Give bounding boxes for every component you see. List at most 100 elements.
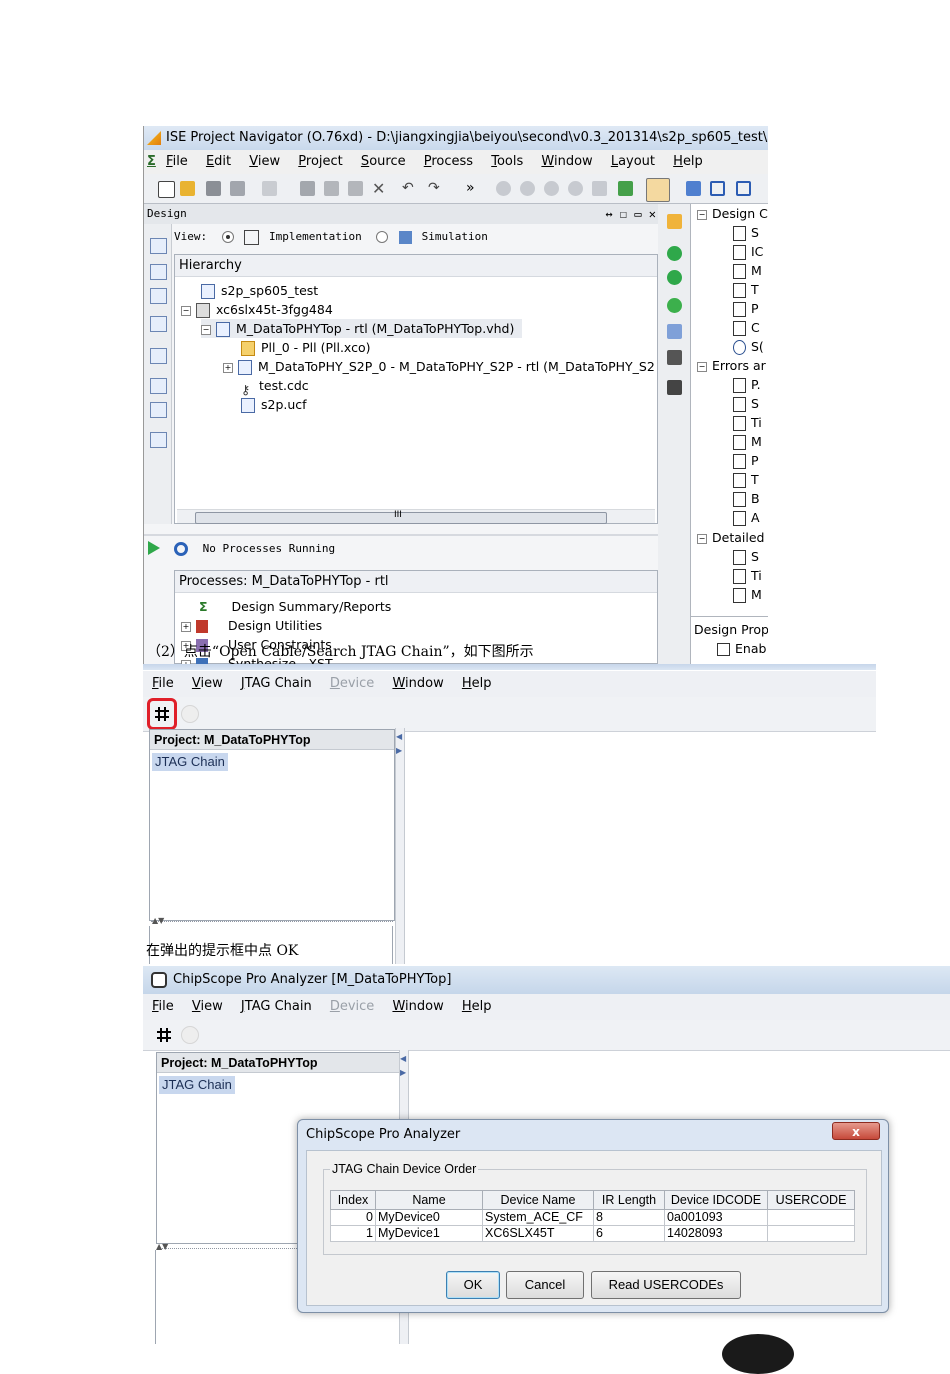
- check-icon[interactable]: [150, 402, 167, 418]
- collapse-arrows-icon[interactable]: ▲▼: [156, 1242, 168, 1251]
- read-usercodes-button[interactable]: Read USERCODEs: [591, 1271, 741, 1299]
- column-header-index[interactable]: Index: [330, 1190, 376, 1210]
- print-icon[interactable]: [262, 181, 277, 196]
- redo-icon[interactable]: ↷: [428, 181, 443, 196]
- zoom-in-icon[interactable]: [496, 181, 511, 196]
- properties-icon[interactable]: [150, 378, 167, 394]
- simulation-label[interactable]: Simulation: [422, 230, 488, 243]
- menu-file[interactable]: File: [152, 994, 174, 1020]
- column-header-usercode[interactable]: USERCODE: [767, 1190, 855, 1210]
- tile-horizontal-icon[interactable]: [710, 181, 725, 196]
- tree-item-top-module[interactable]: − M_DataToPHYTop - rtl (M_DataToPHYTop.vh…: [201, 319, 523, 338]
- cancel-button[interactable]: Cancel: [506, 1271, 584, 1299]
- tree-item-pll[interactable]: Pll_0 - Pll (Pll.xco): [241, 338, 371, 357]
- remove-source-icon[interactable]: [150, 348, 167, 364]
- cut-icon[interactable]: [300, 181, 315, 196]
- process-design-utilities[interactable]: + Design Utilities: [181, 616, 322, 635]
- jtag-chain-node[interactable]: JTAG Chain: [159, 1076, 235, 1094]
- collapse-icon[interactable]: −: [181, 305, 191, 316]
- collapse-icon[interactable]: −: [697, 361, 707, 372]
- menu-jtag-chain[interactable]: JTAG Chain: [241, 994, 312, 1020]
- zoom-full-icon[interactable]: [544, 181, 559, 196]
- section-errors[interactable]: − Errors ar: [697, 356, 766, 375]
- refresh-icon[interactable]: [618, 181, 633, 196]
- open-cable-search-jtag-chain-icon[interactable]: [155, 1027, 173, 1043]
- summary-item[interactable]: Ti: [733, 566, 762, 585]
- tree-item-project[interactable]: s2p_sp605_test: [201, 281, 318, 300]
- summary-item[interactable]: M: [733, 585, 762, 604]
- process-design-summary[interactable]: Σ Design Summary/Reports: [199, 597, 391, 616]
- column-header-name[interactable]: Name: [375, 1190, 483, 1210]
- menu-project[interactable]: Project: [298, 150, 343, 174]
- ok-button[interactable]: OK: [446, 1271, 500, 1299]
- overflow-icon[interactable]: »: [466, 181, 481, 196]
- summary-item[interactable]: M: [733, 261, 762, 280]
- menu-file[interactable]: File: [166, 150, 188, 174]
- menu-edit[interactable]: Edit: [206, 150, 231, 174]
- hierarchy-browse-icon[interactable]: [667, 214, 682, 229]
- menu-help[interactable]: Help: [673, 150, 703, 174]
- open-folder-icon[interactable]: [180, 181, 195, 196]
- checkbox-icon[interactable]: [717, 643, 730, 656]
- scroll-thumb[interactable]: III: [195, 510, 607, 524]
- summary-item[interactable]: S: [733, 223, 759, 242]
- summary-item[interactable]: A: [733, 508, 760, 527]
- simulation-radio[interactable]: [376, 231, 389, 243]
- table-icon[interactable]: [150, 432, 167, 448]
- menu-window[interactable]: Window: [392, 671, 443, 697]
- vertical-splitter[interactable]: ◀ ▶: [395, 728, 405, 964]
- splitter-arrows-icon[interactable]: ◀ ▶: [400, 1054, 406, 1077]
- summary-item[interactable]: T: [733, 280, 759, 299]
- menu-window[interactable]: Window: [541, 150, 592, 174]
- tree-item-s2p[interactable]: + M_DataToPHY_S2P_0 - M_DataToPHY_S2P - r…: [223, 357, 655, 376]
- collapse-icon[interactable]: −: [201, 324, 211, 335]
- find-icon[interactable]: [592, 181, 607, 196]
- summary-item[interactable]: S(: [733, 337, 764, 356]
- section-detailed[interactable]: − Detailed: [697, 528, 764, 547]
- menu-view[interactable]: View: [249, 150, 280, 174]
- summary-item[interactable]: P: [733, 299, 759, 318]
- menu-tools[interactable]: Tools: [491, 150, 523, 174]
- summary-item[interactable]: Ti: [733, 413, 762, 432]
- new-source-icon[interactable]: [150, 288, 167, 304]
- collapse-arrows-icon[interactable]: ▲▼: [152, 916, 164, 925]
- menu-jtag-chain[interactable]: JTAG Chain: [241, 671, 312, 697]
- menu-view[interactable]: View: [192, 994, 223, 1020]
- column-header-device-idcode[interactable]: Device IDCODE: [664, 1190, 768, 1210]
- binoculars-icon[interactable]: [667, 380, 682, 395]
- hierarchy-icon[interactable]: [150, 316, 167, 332]
- cell-name[interactable]: MyDevice0: [375, 1209, 483, 1226]
- summary-item[interactable]: M: [733, 432, 762, 451]
- tree-item-device[interactable]: − xc6slx45t-3fgg484: [181, 300, 333, 319]
- collapse-icon[interactable]: −: [697, 533, 707, 544]
- save-icon[interactable]: [206, 181, 221, 196]
- paste-icon[interactable]: [348, 181, 363, 196]
- menu-view[interactable]: View: [192, 671, 223, 697]
- panel-window-controls[interactable]: ↔ ☐ ▭ ✕: [605, 204, 656, 224]
- jtag-chain-node[interactable]: JTAG Chain: [152, 753, 228, 771]
- expand-icon[interactable]: +: [223, 362, 233, 373]
- refresh-icon[interactable]: [667, 298, 682, 313]
- add-source-icon[interactable]: [150, 238, 167, 254]
- summary-item[interactable]: S: [733, 547, 759, 566]
- summary-item[interactable]: IC: [733, 242, 763, 261]
- splitter-arrows-icon[interactable]: ◀ ▶: [396, 732, 402, 755]
- summary-item[interactable]: C: [733, 318, 760, 337]
- enable-property[interactable]: Enab: [717, 639, 766, 658]
- tile-vertical-icon[interactable]: [736, 181, 751, 196]
- menu-layout[interactable]: Layout: [611, 150, 655, 174]
- run-icon[interactable]: [148, 541, 160, 555]
- back-arrow-icon[interactable]: [667, 246, 682, 261]
- save-all-icon[interactable]: [230, 181, 245, 196]
- undo-icon[interactable]: ↶: [402, 181, 417, 196]
- cascade-icon[interactable]: [686, 181, 701, 196]
- copy-icon[interactable]: [324, 181, 339, 196]
- implementation-radio[interactable]: [221, 231, 234, 243]
- new-file-icon[interactable]: [158, 181, 175, 198]
- cell-ir-length[interactable]: 8: [593, 1209, 665, 1226]
- menu-window[interactable]: Window: [392, 994, 443, 1020]
- module-icon[interactable]: [667, 324, 682, 339]
- delete-icon[interactable]: ✕: [372, 181, 387, 197]
- menu-help[interactable]: Help: [462, 994, 492, 1020]
- chipscope-launch-icon[interactable]: [646, 178, 670, 202]
